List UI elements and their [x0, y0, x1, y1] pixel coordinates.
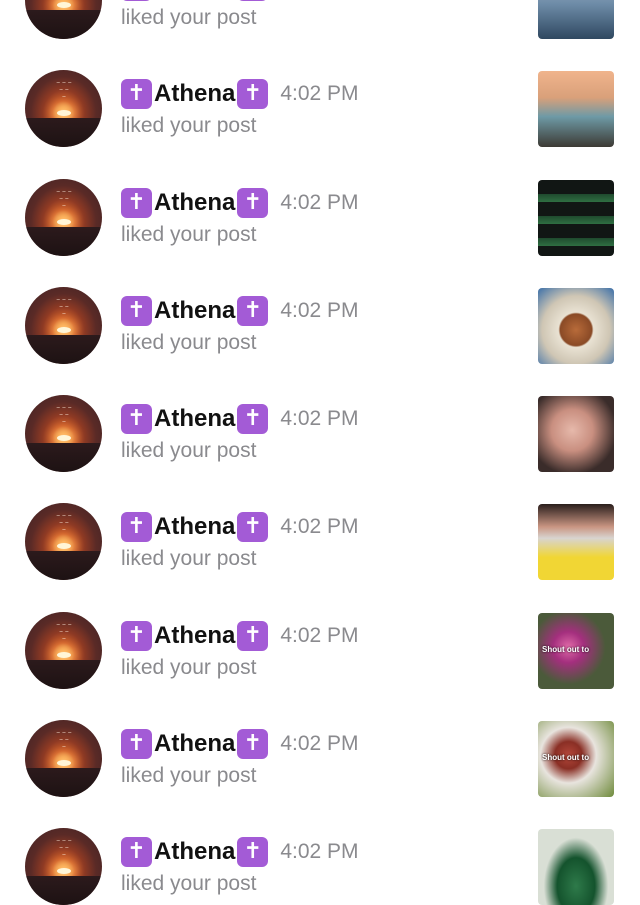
avatar-script-decoration: ~ ~ ~ ~ ~ ~ [56, 513, 72, 534]
avatar-script-decoration: ~ ~ ~ ~ ~ ~ [56, 188, 72, 209]
timestamp: 4:02 PM [280, 190, 359, 214]
avatar-sun-decoration [57, 651, 71, 658]
notification-title: ✝ Athena ✝ 4:02 PM [121, 728, 359, 760]
cross-emoji-icon: ✝ [237, 0, 269, 1]
avatar-ground-decoration [25, 876, 102, 905]
username[interactable]: Athena [154, 80, 235, 108]
cross-emoji-icon: ✝ [121, 512, 152, 543]
notification-title: ✝ Athena ✝ 4:02 PM [121, 78, 359, 110]
avatar-sun-decoration [57, 868, 71, 875]
notification-title: ✝ Athena ✝ 4:02 PM [121, 403, 359, 435]
cross-emoji-icon: ✝ [237, 837, 269, 868]
cross-emoji-icon: ✝ [121, 295, 152, 326]
avatar-sun-decoration [57, 110, 71, 117]
timestamp: 4:02 PM [280, 298, 359, 322]
thumbnail-caption: Shout out to [542, 753, 590, 763]
cross-emoji-icon: ✝ [237, 404, 269, 435]
notification-title: ✝ Athena ✝ 4:02 PM [121, 511, 359, 543]
notification-row[interactable]: ~ ~ ~~ ~~ ✝ Athena ✝ 4:02 PM liked your … [0, 128, 640, 256]
notification-row[interactable]: ~ ~ ~~ ~~ ✝ Athena ✝ 4:02 PM liked your … [0, 452, 640, 581]
username[interactable]: Athena [154, 405, 235, 433]
notification-title: ✝ Athena ✝ 4:02 PM [121, 836, 359, 868]
avatar-script-decoration: ~ ~ ~ ~ ~ ~ [56, 80, 72, 101]
timestamp: 4:02 PM [280, 515, 359, 539]
username[interactable]: Athena [154, 189, 235, 217]
post-thumbnail[interactable] [538, 829, 614, 905]
cross-emoji-icon: ✝ [121, 837, 152, 868]
avatar-sun-decoration [57, 2, 71, 8]
username[interactable]: Athena [154, 622, 235, 650]
timestamp: 4:02 PM [280, 407, 359, 431]
cross-emoji-icon: ✝ [237, 729, 269, 760]
cross-emoji-icon: ✝ [121, 79, 152, 110]
avatar-sun-decoration [57, 760, 71, 767]
notification-row[interactable]: ~ ~ ~~ ~~ ✝ Athena ✝ 4:02 PM liked your … [0, 777, 640, 905]
cross-emoji-icon: ✝ [121, 620, 152, 651]
timestamp: 4:02 PM [280, 840, 359, 864]
notification-row[interactable]: ~ ~ ~~ ~~ ✝ Athena ✝ 4:02 PM liked your … [0, 19, 640, 148]
cross-emoji-icon: ✝ [237, 512, 269, 543]
username[interactable]: Athena [154, 730, 235, 758]
notification-action-text: liked your post [121, 872, 257, 896]
avatar-script-decoration: ~ ~ ~ ~ ~ ~ [56, 621, 72, 642]
avatar-sun-decoration [57, 435, 71, 442]
avatar-sun-decoration [57, 543, 71, 550]
avatar-sun-decoration [57, 326, 71, 333]
avatar-sun-decoration [57, 218, 71, 225]
username[interactable]: Athena [154, 513, 235, 541]
user-avatar[interactable]: ~ ~ ~~ ~~ [25, 828, 102, 905]
notification-list: ~ ~ ~~ ~~ ✝ Athena ✝ 4:02 PM liked your … [0, 0, 640, 905]
notification-row[interactable]: ~ ~ ~~ ~~ ✝ Athena ✝ 4:02 PM liked your … [0, 236, 640, 364]
cross-emoji-icon: ✝ [121, 729, 152, 760]
username[interactable]: Athena [154, 838, 235, 866]
notification-title: ✝ Athena ✝ 4:02 PM [121, 295, 359, 327]
cross-emoji-icon: ✝ [237, 187, 269, 218]
notification-title: ✝ Athena ✝ 4:02 PM [121, 187, 359, 219]
timestamp: 4:02 PM [280, 623, 359, 647]
avatar-script-decoration: ~ ~ ~ ~ ~ ~ [56, 730, 72, 751]
notification-title: ✝ Athena ✝ 4:02 PM [121, 620, 359, 652]
username[interactable]: Athena [154, 297, 235, 325]
notification-row[interactable]: ~ ~ ~~ ~~ ✝ Athena ✝ 4:02 PM liked your … [0, 669, 640, 798]
avatar-script-decoration: ~ ~ ~ ~ ~ ~ [56, 296, 72, 317]
notification-row[interactable]: ~ ~ ~~ ~~ ✝ Athena ✝ 4:02 PM liked your … [0, 561, 640, 689]
timestamp: 4:02 PM [280, 732, 359, 756]
cross-emoji-icon: ✝ [121, 187, 152, 218]
cross-emoji-icon: ✝ [237, 295, 269, 326]
cross-emoji-icon: ✝ [237, 620, 269, 651]
notification-row[interactable]: ~ ~ ~~ ~~ ✝ Athena ✝ 4:02 PM liked your … [0, 344, 640, 473]
cross-emoji-icon: ✝ [237, 79, 269, 110]
notification-title: ✝ Athena ✝ 4:02 PM [121, 0, 359, 2]
thumbnail-caption: Shout out to [542, 644, 590, 654]
timestamp: 4:02 PM [280, 82, 359, 106]
avatar-script-decoration: ~ ~ ~ ~ ~ ~ [56, 838, 72, 859]
notification-row[interactable]: ~ ~ ~~ ~~ ✝ Athena ✝ 4:02 PM liked your … [0, 0, 640, 39]
cross-emoji-icon: ✝ [121, 0, 152, 1]
cross-emoji-icon: ✝ [121, 404, 152, 435]
avatar-script-decoration: ~ ~ ~ ~ ~ ~ [56, 405, 72, 426]
